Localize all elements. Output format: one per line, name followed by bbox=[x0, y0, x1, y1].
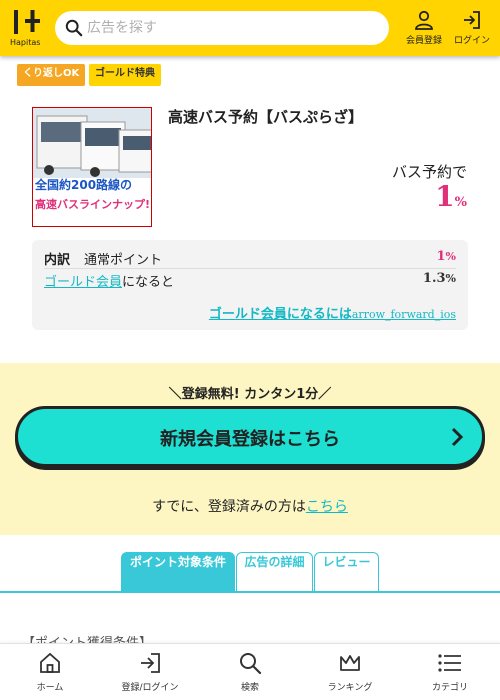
normal-point-row: 内訳 通常ポイント 1% bbox=[44, 249, 456, 269]
gold-point-row: ゴールド会員になると 1.3% bbox=[44, 271, 456, 291]
nav-home[interactable]: ホーム bbox=[0, 651, 100, 693]
ad-title[interactable]: 高速バス予約【バスぷらざ】 bbox=[168, 106, 363, 127]
gold-benefit-badge: ゴールド特典 bbox=[89, 64, 161, 86]
login-icon bbox=[464, 11, 480, 29]
become-gold-link[interactable]: ゴールド会員になるにはarrow_forward_ios bbox=[209, 303, 456, 322]
nav-home-label: ホーム bbox=[36, 683, 64, 693]
register-label: 会員登録 bbox=[405, 36, 442, 46]
nav-category[interactable]: カテゴリ bbox=[400, 651, 500, 693]
logo-text: Hapitas bbox=[10, 38, 41, 47]
reward-unit: % bbox=[454, 195, 467, 210]
arrow-forward-icon: arrow_forward_ios bbox=[351, 308, 456, 321]
normal-point-value: 1% bbox=[436, 249, 457, 264]
reward-label: バス予約で bbox=[391, 163, 467, 181]
tab-ad-details[interactable]: 広告の詳細 bbox=[236, 552, 313, 592]
nav-search[interactable]: 検索 bbox=[200, 651, 300, 693]
nav-register-login[interactable]: 登録/ログイン bbox=[100, 651, 200, 693]
nav-ranking-label: ランキング bbox=[327, 683, 373, 693]
reward-value: 1% bbox=[435, 180, 467, 213]
gold-member-link[interactable]: ゴールド会員 bbox=[44, 275, 122, 290]
registration-section: ＼登録無料! カンタン1分／ 新規会員登録はこちら すでに、登録済みの方はこちら bbox=[0, 363, 500, 535]
reward-number: 1 bbox=[435, 180, 455, 213]
ad-banner-image[interactable]: 全国約200路線の 高速バスラインナップ! bbox=[32, 107, 152, 227]
register-cta-label: 新規会員登録はこちら bbox=[160, 429, 340, 450]
breakdown-key: 内訳 bbox=[44, 253, 71, 268]
nav-register-login-label: 登録/ログイン bbox=[121, 683, 179, 693]
nav-search-label: 検索 bbox=[240, 683, 259, 693]
search-input[interactable] bbox=[87, 11, 377, 45]
tabs-underline bbox=[0, 591, 500, 593]
existing-member-login-link[interactable]: こちら bbox=[306, 499, 348, 515]
login-icon bbox=[141, 653, 160, 673]
login-label: ログイン bbox=[453, 36, 490, 46]
list-icon bbox=[438, 654, 461, 672]
repeat-ok-badge: くり返しOK bbox=[17, 64, 86, 86]
normal-point-label: 通常ポイント bbox=[84, 253, 163, 268]
point-breakdown: 内訳 通常ポイント 1% ゴールド会員になると 1.3% ゴールド会員になるにはa… bbox=[32, 240, 468, 330]
user-icon bbox=[415, 10, 433, 30]
bottom-navigation: ホーム 登録/ログイン 検索 ランキング カテゴリ bbox=[0, 643, 500, 700]
tab-reviews[interactable]: レビュー bbox=[314, 552, 379, 592]
app-header: Hapitas 会員登録 ログイン bbox=[0, 0, 500, 56]
nav-ranking[interactable]: ランキング bbox=[300, 651, 400, 693]
gold-point-value: 1.3% bbox=[422, 271, 456, 286]
register-button[interactable]: 会員登録 bbox=[399, 8, 449, 48]
gold-suffix: になると bbox=[122, 275, 175, 290]
logo-mark-icon bbox=[12, 8, 42, 42]
crown-icon bbox=[340, 655, 360, 671]
login-button[interactable]: ログイン bbox=[447, 8, 497, 48]
search-bar[interactable] bbox=[55, 11, 389, 45]
banner-line-1: 全国約200路線の bbox=[35, 178, 133, 192]
registration-catchphrase: ＼登録無料! カンタン1分／ bbox=[168, 387, 332, 402]
existing-member-text: すでに、登録済みの方はこちら bbox=[152, 499, 348, 515]
nav-category-label: カテゴリ bbox=[431, 683, 468, 693]
tab-point-conditions[interactable]: ポイント対象条件 bbox=[121, 552, 235, 592]
hapitas-logo[interactable]: Hapitas bbox=[10, 8, 44, 48]
search-icon bbox=[240, 653, 262, 675]
search-icon bbox=[65, 19, 83, 37]
register-cta-button[interactable]: 新規会員登録はこちら bbox=[15, 406, 485, 467]
chevron-right-icon bbox=[451, 427, 464, 447]
home-icon bbox=[40, 652, 60, 673]
banner-line-2: 高速バスラインナップ! bbox=[35, 198, 151, 211]
